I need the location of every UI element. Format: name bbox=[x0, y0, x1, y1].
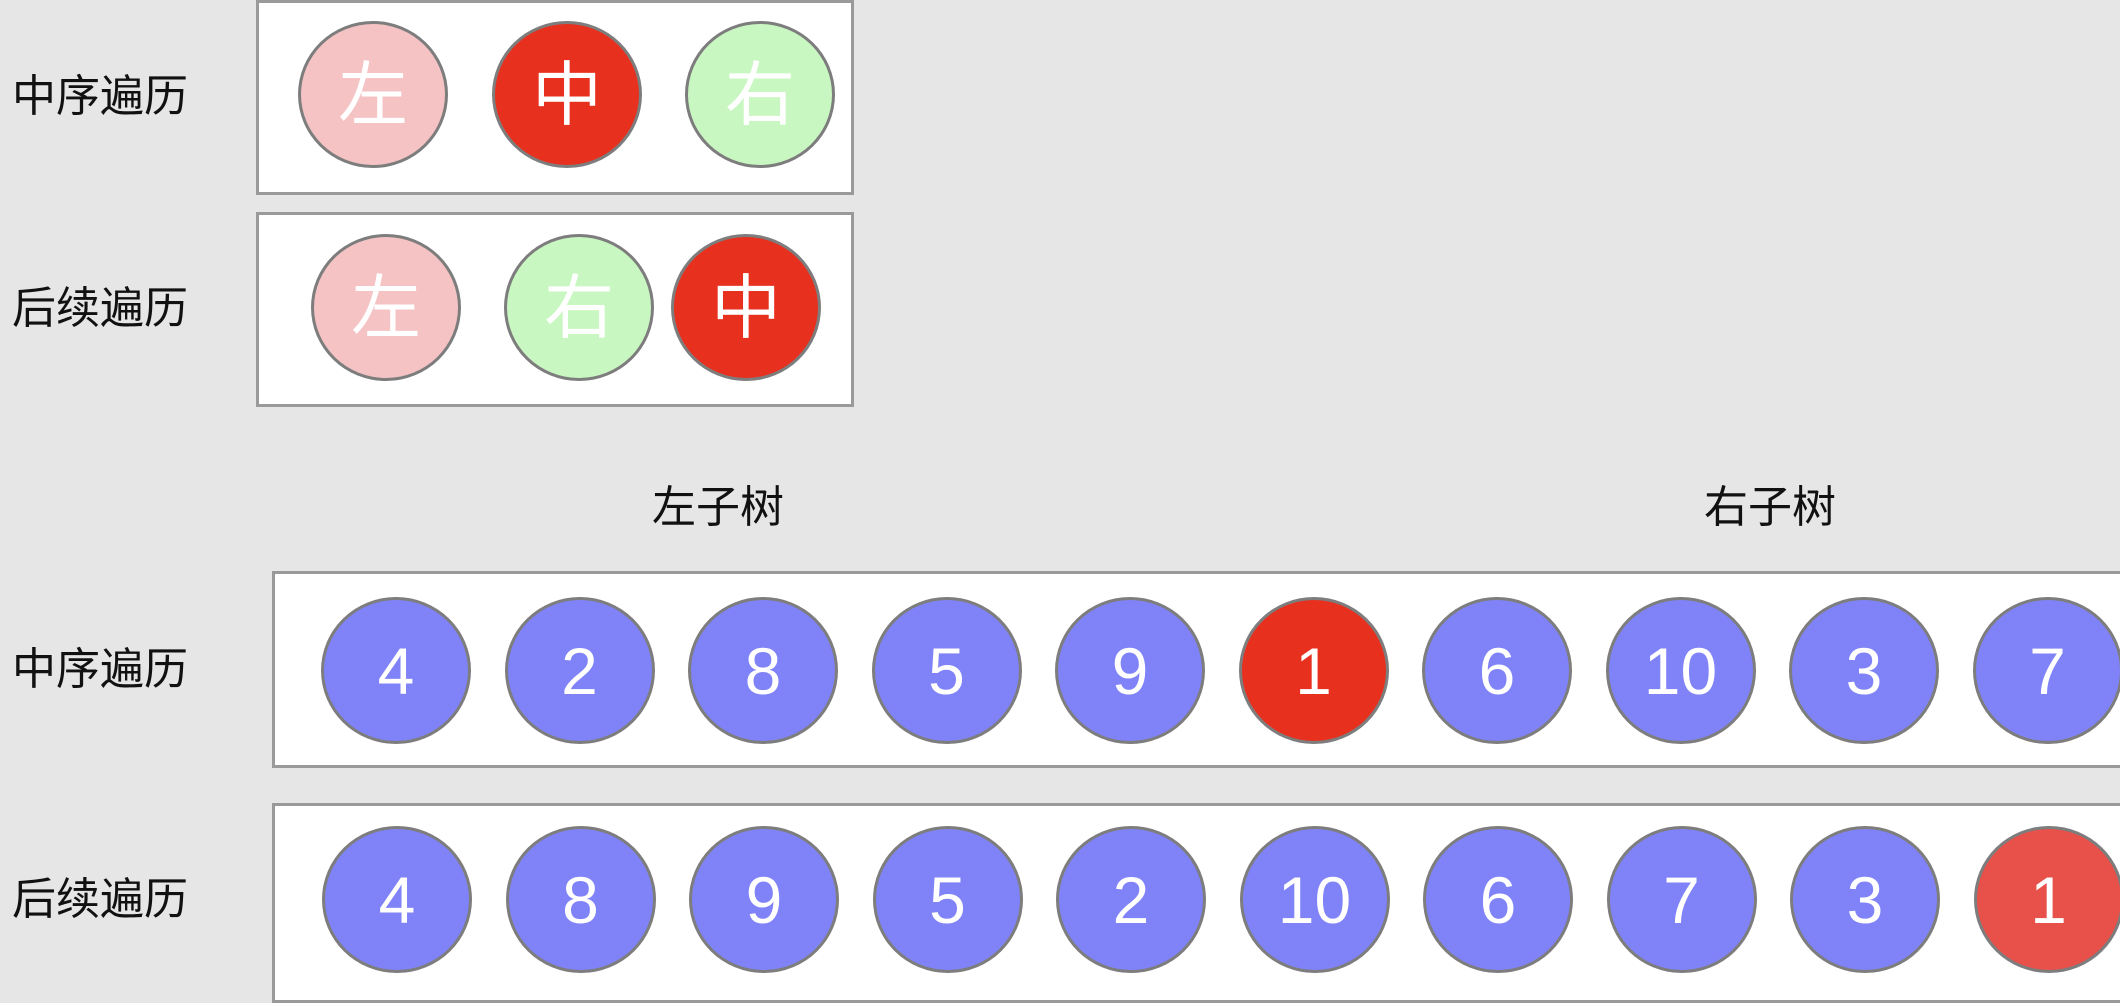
legend-inorder-node-root-text: 中 bbox=[532, 60, 602, 130]
inorder-node-3: 5 bbox=[872, 597, 1022, 744]
inorder-node-2-value: 8 bbox=[745, 638, 782, 704]
postorder-node-4: 2 bbox=[1056, 826, 1206, 973]
inorder-node-7: 10 bbox=[1606, 597, 1756, 744]
legend-inorder-node-root: 中 bbox=[492, 21, 642, 168]
inorder-node-6-value: 6 bbox=[1479, 638, 1516, 704]
postorder-node-7-value: 7 bbox=[1663, 867, 1700, 933]
inorder-sequence-label: 中序遍历 bbox=[12, 648, 188, 692]
inorder-node-2: 8 bbox=[688, 597, 838, 744]
postorder-node-0-value: 4 bbox=[379, 867, 416, 933]
postorder-node-8-value: 3 bbox=[1847, 867, 1884, 933]
postorder-node-1-value: 8 bbox=[562, 867, 599, 933]
postorder-node-6-value: 6 bbox=[1480, 867, 1517, 933]
legend-postorder-label: 后续遍历 bbox=[12, 287, 188, 331]
legend-inorder-label: 中序遍历 bbox=[12, 75, 188, 119]
legend-inorder-node-right-text: 右 bbox=[725, 60, 795, 130]
legend-postorder-node-root: 中 bbox=[671, 234, 821, 381]
legend-postorder-node-left: 左 bbox=[311, 234, 461, 381]
inorder-node-0-value: 4 bbox=[378, 638, 415, 704]
postorder-node-7: 7 bbox=[1607, 826, 1757, 973]
legend-postorder-node-left-text: 左 bbox=[351, 273, 421, 343]
inorder-node-7-value: 10 bbox=[1644, 638, 1717, 704]
left-subtree-label: 左子树 bbox=[652, 486, 784, 530]
legend-postorder-box: 左 右 中 bbox=[256, 212, 854, 407]
legend-postorder-node-right-text: 右 bbox=[544, 273, 614, 343]
postorder-node-5: 10 bbox=[1240, 826, 1390, 973]
inorder-node-8: 3 bbox=[1789, 597, 1939, 744]
inorder-node-1-value: 2 bbox=[561, 638, 598, 704]
inorder-node-1: 2 bbox=[505, 597, 655, 744]
postorder-sequence-label: 后续遍历 bbox=[12, 878, 188, 922]
postorder-node-0: 4 bbox=[322, 826, 472, 973]
postorder-node-9-value: 1 bbox=[2030, 867, 2067, 933]
inorder-node-5-value: 1 bbox=[1295, 638, 1332, 704]
inorder-node-4-value: 9 bbox=[1112, 638, 1149, 704]
postorder-node-3-value: 5 bbox=[929, 867, 966, 933]
inorder-node-3-value: 5 bbox=[928, 638, 965, 704]
inorder-node-4: 9 bbox=[1055, 597, 1205, 744]
right-subtree-label: 右子树 bbox=[1704, 486, 1836, 530]
postorder-node-9: 1 bbox=[1974, 826, 2120, 973]
postorder-sequence-box: 4 8 9 5 2 10 6 7 3 1 bbox=[272, 803, 2120, 1003]
postorder-node-2: 9 bbox=[689, 826, 839, 973]
postorder-node-3: 5 bbox=[873, 826, 1023, 973]
legend-inorder-node-right: 右 bbox=[685, 21, 835, 168]
inorder-node-5: 1 bbox=[1239, 597, 1389, 744]
postorder-node-6: 6 bbox=[1423, 826, 1573, 973]
postorder-node-4-value: 2 bbox=[1113, 867, 1150, 933]
postorder-node-2-value: 9 bbox=[746, 867, 783, 933]
legend-inorder-node-left-text: 左 bbox=[338, 60, 408, 130]
inorder-sequence-box: 4 2 8 5 9 1 6 10 3 7 bbox=[272, 571, 2120, 768]
legend-inorder-box: 左 中 右 bbox=[256, 0, 854, 195]
inorder-node-9-value: 7 bbox=[2029, 638, 2066, 704]
inorder-node-8-value: 3 bbox=[1846, 638, 1883, 704]
legend-postorder-node-right: 右 bbox=[504, 234, 654, 381]
inorder-node-0: 4 bbox=[321, 597, 471, 744]
postorder-node-1: 8 bbox=[506, 826, 656, 973]
postorder-node-5-value: 10 bbox=[1278, 867, 1351, 933]
inorder-node-6: 6 bbox=[1422, 597, 1572, 744]
inorder-node-9: 7 bbox=[1973, 597, 2120, 744]
legend-inorder-node-left: 左 bbox=[298, 21, 448, 168]
legend-postorder-node-root-text: 中 bbox=[711, 273, 781, 343]
postorder-node-8: 3 bbox=[1790, 826, 1940, 973]
